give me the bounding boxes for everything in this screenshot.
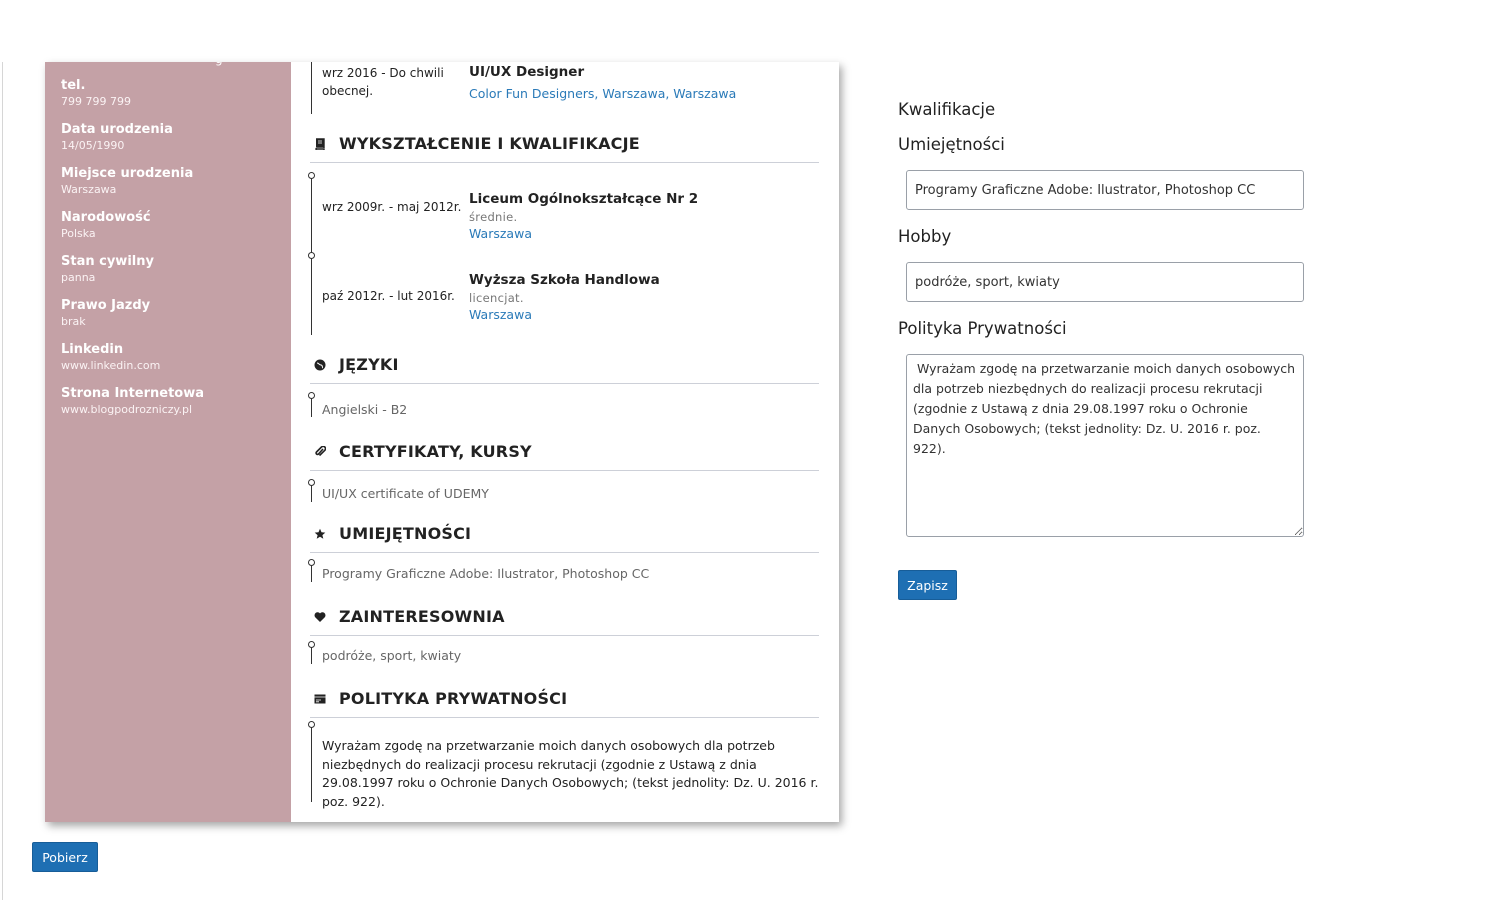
sidebar-cut-text: g [215,62,223,66]
certificate-item: UI/UX certificate of UDEMY [322,486,489,501]
privacy-text: Wyrażam zgodę na przetwarzanie moich dan… [322,738,819,809]
field-value: 14/05/1990 [61,139,125,152]
experience-title: UI/UX Designer [469,64,585,80]
section-skills-header: UMIEJĘTNOŚCI [310,518,819,553]
section-title: JĘZYKI [339,355,399,374]
page-left-border [2,62,3,900]
paperclip-icon [314,445,327,458]
education-date: wrz 2009r. - maj 2012r. [322,200,462,214]
cv-main-column: wrz 2016 - Do chwili obecnej. UI/UX Desi… [291,62,839,822]
language-item: Angielski - B2 [322,402,408,417]
timeline-line [311,726,312,802]
sidebar-field-driving-license: Prawo Jazdy brak [61,297,281,329]
field-value: 799 799 799 [61,95,131,108]
section-certificates-header: CERTYFIKATY, KURSY [310,436,819,471]
sidebar-field-linkedin: Linkedin www.linkedin.com [61,341,281,373]
interest-item: podróże, sport, kwiaty [322,648,462,663]
field-value: www.blogpodrozniczy.pl [61,403,193,416]
timeline-dot [308,641,315,648]
field-value: www.linkedin.com [61,359,161,372]
education-school: Liceum Ogólnokształcące Nr 2 [469,191,699,207]
field-label: Strona Internetowa [61,386,205,401]
sidebar-field-phone: tel. 799 799 799 [61,77,281,109]
timeline-dot [308,479,315,486]
sidebar-field-birthdate: Data urodzenia 14/05/1990 [61,121,281,153]
timeline-dot [308,721,315,728]
field-label: Narodowość [61,210,151,225]
download-button[interactable]: Pobierz [32,842,98,872]
save-button[interactable]: Zapisz [898,570,957,600]
field-value: panna [61,271,96,284]
field-value: Polska [61,227,96,240]
book-icon [314,138,326,151]
experience-date: wrz 2016 - Do chwili obecnej. [322,66,444,98]
privacy-label: Polityka Prywatności [898,319,1067,338]
sidebar-field-website: Strona Internetowa www.blogpodrozniczy.p… [61,385,281,417]
skills-label: Umiejętności [898,135,1005,154]
hobby-label: Hobby [898,227,952,246]
field-label: Linkedin [61,342,124,357]
section-title: CERTYFIKATY, KURSY [339,442,532,461]
timeline-dot [308,559,315,566]
skill-item: Programy Graficzne Adobe: Ilustrator, Ph… [322,566,650,581]
section-languages-header: JĘZYKI [310,349,819,384]
section-title: UMIEJĘTNOŚCI [339,524,472,543]
hobby-input[interactable] [906,262,1304,302]
section-education-header: WYKSZTAŁCENIE I KWALIFIKACJE [310,128,819,163]
field-label: Stan cywilny [61,254,154,269]
skills-input[interactable] [906,170,1304,210]
section-title: ZAINTERESOWNIA [339,607,505,626]
education-city: Warszawa [469,307,532,322]
timeline-dot [308,172,315,179]
education-level: licencjat. [469,291,524,305]
globe-icon [314,359,326,371]
education-date: paź 2012r. - lut 2016r. [322,289,455,303]
field-label: Prawo Jazdy [61,298,151,313]
field-label: Miejsce urodzenia [61,166,194,181]
education-level: średnie. [469,210,518,224]
field-label: Data urodzenia [61,122,173,137]
field-label: tel. [61,78,86,93]
section-privacy-header: POLITYKA PRYWATNOŚCI [310,683,819,718]
timeline-dot [308,252,315,259]
sidebar-field-birthplace: Miejsce urodzenia Warszawa [61,165,281,197]
section-title: POLITYKA PRYWATNOŚCI [339,689,568,708]
experience-company: Color Fun Designers, Warszawa, Warszawa [469,86,737,101]
education-school: Wyższa Szkoła Handlowa [469,272,660,288]
field-value: brak [61,315,86,328]
timeline-line [311,62,312,114]
star-icon [314,528,326,540]
field-value: Warszawa [61,183,117,196]
education-city: Warszawa [469,226,532,241]
section-interests-header: ZAINTERESOWNIA [310,601,819,636]
cv-sidebar: g tel. 799 799 799 Data urodzenia 14/05/… [45,62,291,822]
card-icon [314,693,326,705]
cv-preview: g tel. 799 799 799 Data urodzenia 14/05/… [45,62,839,822]
privacy-textarea[interactable]: Wyrażam zgodę na przetwarzanie moich dan… [906,354,1304,537]
form-section-title: Kwalifikacje [898,100,996,119]
section-title: WYKSZTAŁCENIE I KWALIFIKACJE [339,134,640,153]
sidebar-field-marital-status: Stan cywilny panna [61,253,281,285]
sidebar-field-nationality: Narodowość Polska [61,209,281,241]
heart-icon [314,611,326,623]
timeline-dot [308,392,315,399]
